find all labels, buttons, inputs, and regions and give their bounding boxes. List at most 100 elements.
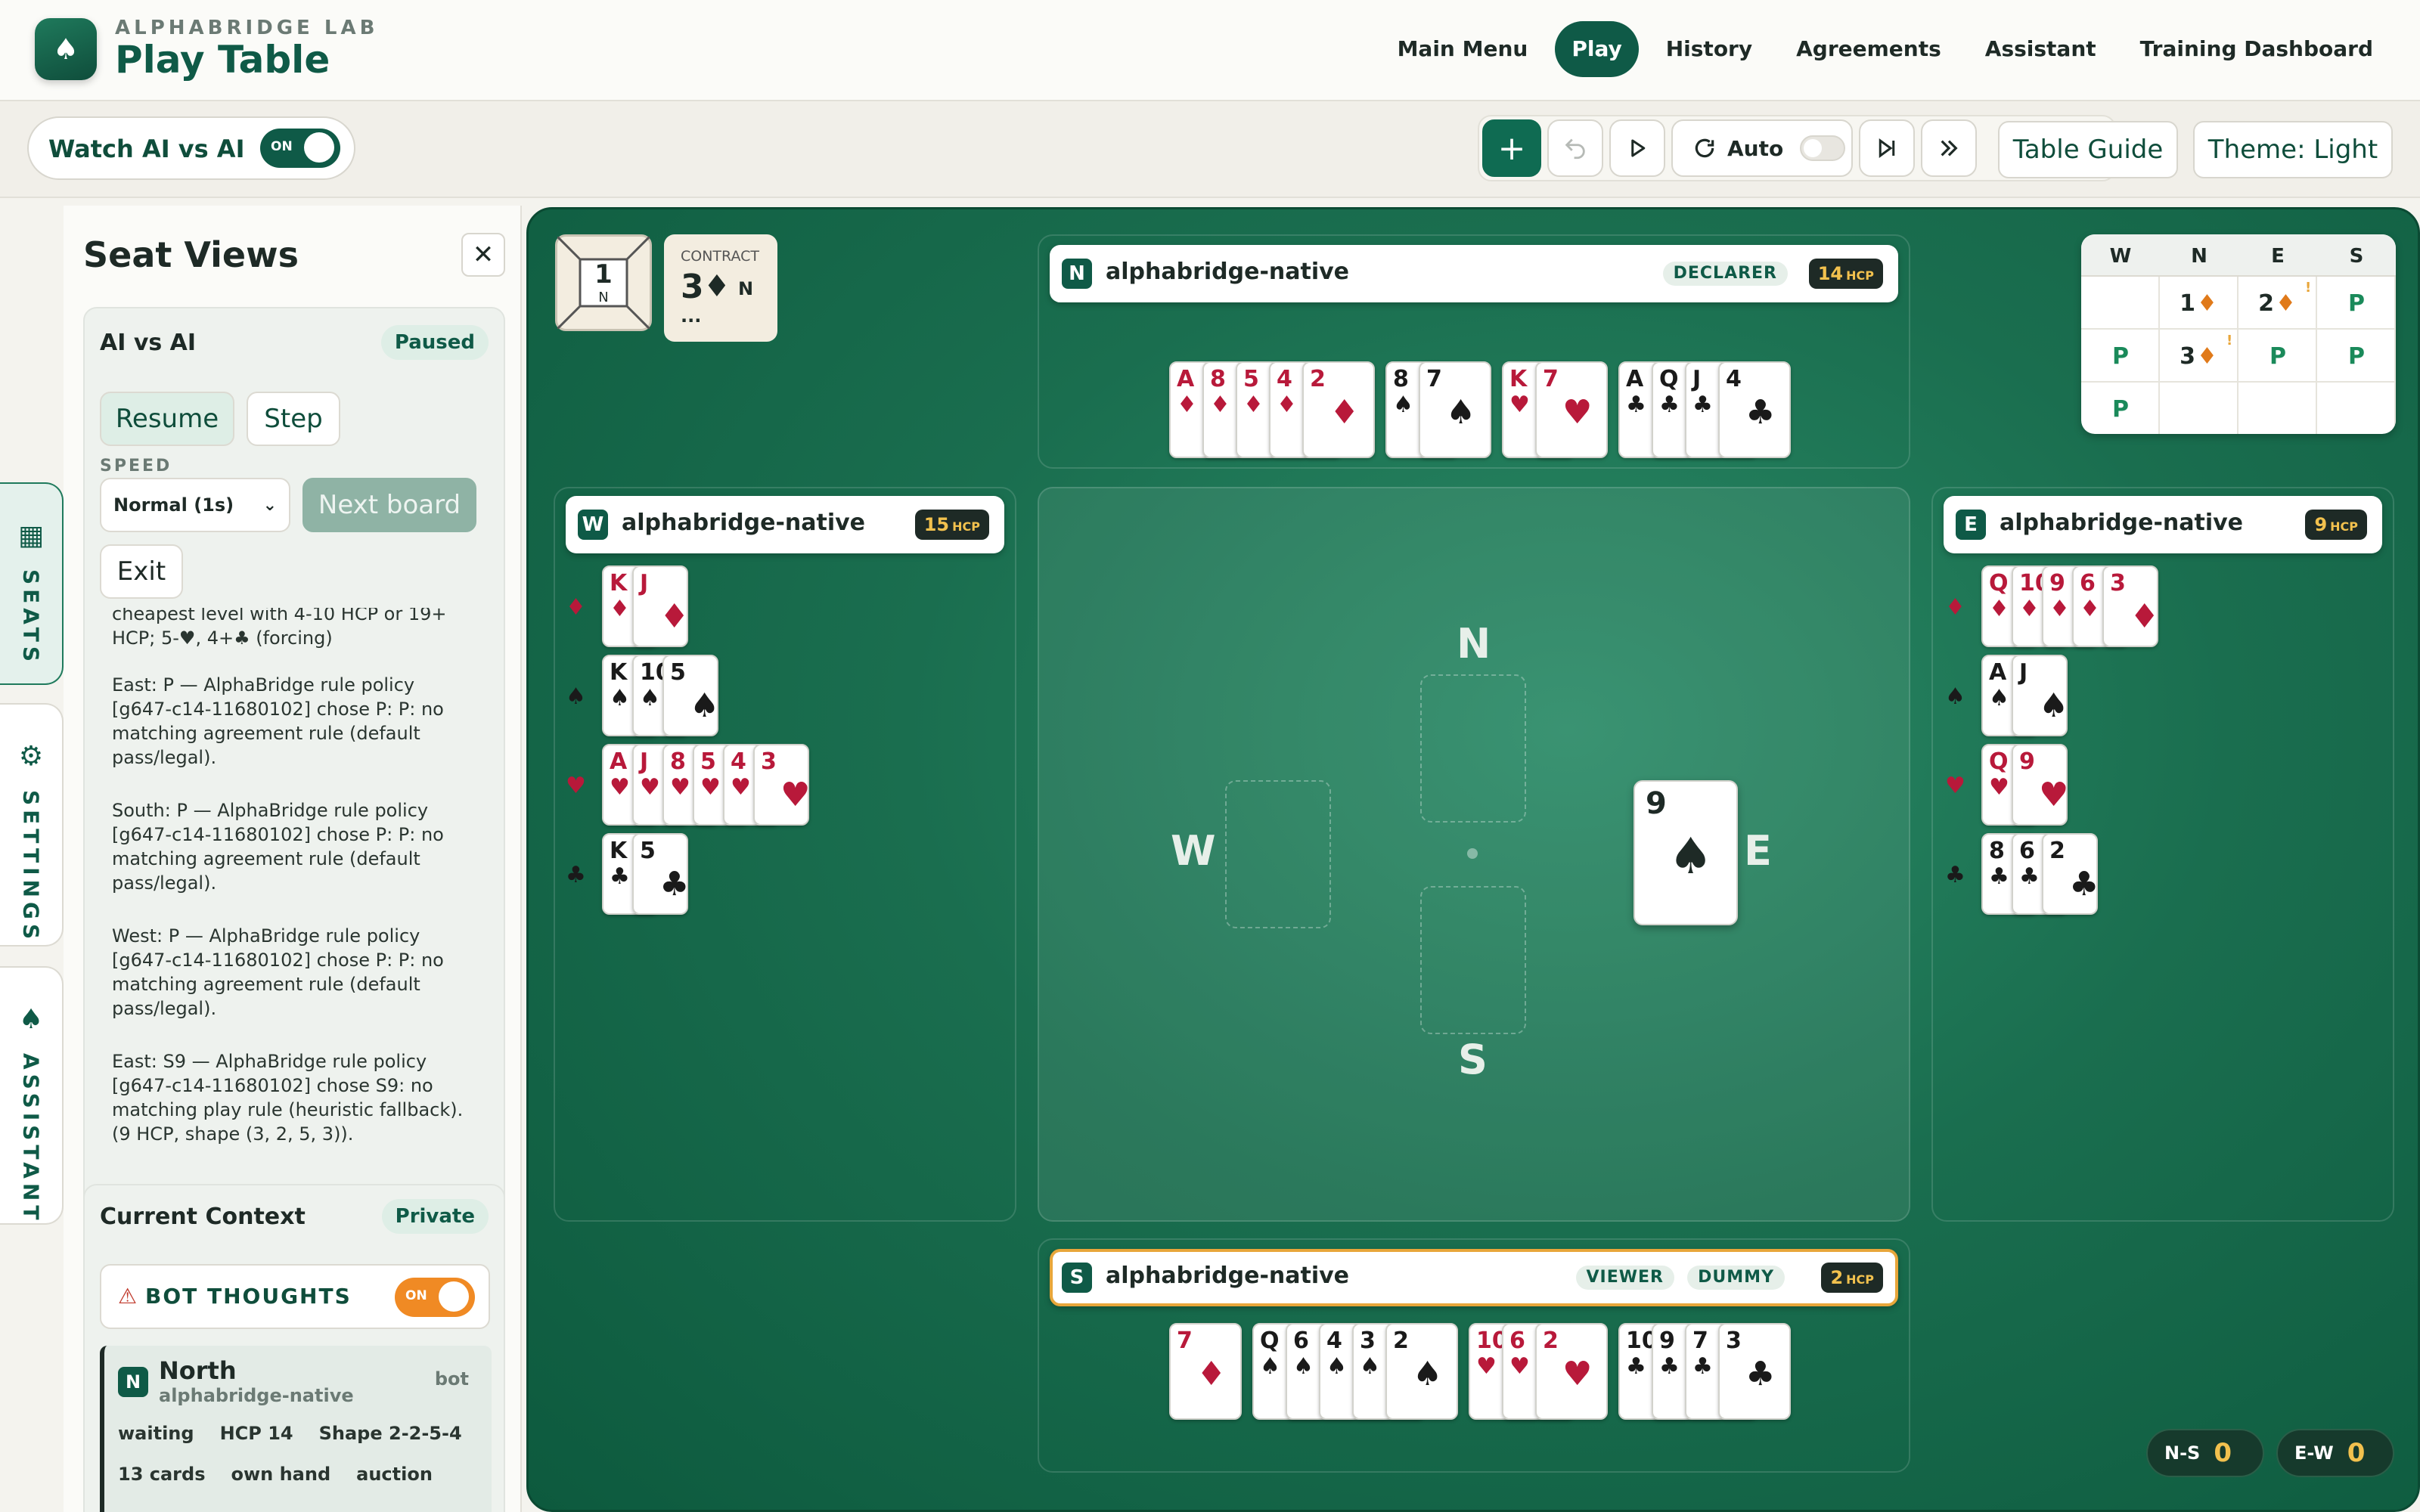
playing-card[interactable]: 7 ♠ (1419, 361, 1491, 458)
page-title: Play Table (115, 38, 330, 82)
card-suit: ♦ (2080, 596, 2100, 622)
card-rank: 2 (2049, 838, 2065, 864)
card-suit: ♣ (1692, 1353, 1713, 1380)
nav-history[interactable]: History (1649, 21, 1769, 77)
nav-agreements[interactable]: Agreements (1779, 21, 1958, 77)
nav-training-dashboard[interactable]: Training Dashboard (2124, 21, 2390, 77)
card-rank: 6 (2080, 570, 2096, 596)
play-button[interactable] (1609, 119, 1665, 177)
card-suit: ♠ (610, 685, 630, 711)
rail-tab-seats[interactable]: ▦ SEATS (0, 482, 64, 685)
hcp-value: 15 (923, 514, 950, 535)
watch-ai-toggle[interactable]: ON (260, 129, 340, 168)
auction-header-cell: E (2271, 245, 2285, 268)
rail-label-assistant: ASSISTANT (18, 1053, 44, 1225)
card-rank: 9 (2019, 748, 2035, 775)
hcp-badge: 9 HCP (2305, 510, 2367, 540)
suit-row-marker: ♥ (1945, 773, 1965, 799)
card-suit: ♥ (731, 774, 751, 801)
auction-cell (2160, 383, 2238, 434)
resume-button[interactable]: Resume (100, 392, 234, 446)
card-suit: ♠ (1293, 1353, 1314, 1380)
new-deal-button[interactable]: + (1482, 119, 1541, 177)
playing-card[interactable]: 7 ♦ (1169, 1323, 1242, 1420)
playing-card[interactable]: 2 ♦ (1302, 361, 1375, 458)
skip-to-end-button[interactable] (1859, 119, 1915, 177)
playing-card[interactable]: 4 ♣ (1718, 361, 1791, 458)
nav-assistant[interactable]: Assistant (1969, 21, 2113, 77)
nav-play[interactable]: Play (1555, 21, 1639, 77)
card-suit: ♠ (2039, 686, 2069, 725)
playing-card[interactable]: 7 ♥ (1535, 361, 1608, 458)
seat-letter: E (1956, 510, 1986, 540)
card-rank: 7 (1177, 1328, 1193, 1354)
playing-card[interactable]: 3 ♥ (753, 744, 810, 826)
card-rank: K (610, 838, 628, 864)
playing-card[interactable]: 2 ♣ (2042, 833, 2099, 915)
rail-tab-settings[interactable]: ⚙ SETTINGS (0, 703, 64, 947)
auction-header-cell: S (2349, 245, 2364, 268)
log-entry: cheapest level with 4-10 HCP or 19+ HCP;… (112, 608, 447, 649)
auction-cell (2238, 383, 2317, 434)
playing-card[interactable]: 2 ♠ (1385, 1323, 1458, 1420)
close-panel-button[interactable]: ✕ (461, 233, 505, 277)
ew-score-value: 0 (2347, 1438, 2366, 1468)
undo-icon (1565, 138, 1585, 160)
log-entry: West: P — AlphaBridge rule policy [g647-… (112, 925, 444, 1019)
alert-mark: ! (2305, 280, 2312, 296)
fast-forward-icon (1941, 140, 1958, 156)
playing-card[interactable]: 9 ♥ (2012, 744, 2068, 826)
card-rank: K (610, 659, 628, 686)
contract-level: 3 (681, 268, 704, 306)
theme-button[interactable]: Theme: Light (2193, 121, 2393, 178)
auction-cell (2081, 277, 2160, 330)
context-chips-row: waiting HCP 14 Shape 2-2-5-4 (118, 1423, 488, 1444)
undo-button[interactable] (1547, 119, 1603, 177)
card-rank: 2 (1310, 366, 1326, 392)
rail-label-settings: SETTINGS (18, 790, 44, 944)
seat-name: North (159, 1356, 237, 1385)
playing-card[interactable]: 5 ♣ (632, 833, 689, 915)
next-board-button[interactable]: Next board (302, 478, 476, 532)
auto-play-control[interactable]: Auto (1671, 119, 1853, 177)
step-button[interactable]: Step (247, 392, 340, 446)
private-badge: Private (381, 1199, 489, 1234)
nav-main-menu[interactable]: Main Menu (1381, 21, 1545, 77)
playing-card[interactable]: J ♠ (2012, 655, 2068, 736)
hcp-value: 9 (2314, 514, 2328, 535)
card-suit: ♦ (1210, 392, 1230, 418)
playing-card[interactable]: 5 ♠ (662, 655, 719, 736)
fast-forward-button[interactable] (1921, 119, 1977, 177)
suit-row-marker: ♦ (566, 594, 586, 621)
playing-card[interactable]: 2 ♥ (1535, 1323, 1608, 1420)
card-rank: A (1989, 659, 2007, 686)
playing-card[interactable]: 3 ♣ (1718, 1323, 1791, 1420)
card-suit: ♥ (670, 774, 690, 801)
card-rank: 5 (1243, 366, 1259, 392)
rail-tab-assistant[interactable]: ♠ ASSISTANT (0, 966, 64, 1225)
card-suit: ♠ (1393, 392, 1413, 418)
hcp-value: 14 (1817, 263, 1844, 284)
speed-select[interactable]: Normal (1s) ⌄ (100, 478, 290, 532)
exit-button[interactable]: Exit (100, 544, 183, 599)
playing-card[interactable]: 3 ♦ (2102, 565, 2159, 647)
warning-icon: ⚠ (118, 1284, 138, 1309)
card-suit: ♠ (640, 685, 660, 711)
auto-toggle[interactable] (1800, 135, 1845, 161)
playing-card[interactable]: J ♦ (632, 565, 690, 647)
hcp-unit: HCP (1846, 268, 1874, 283)
card-suit: ♦ (659, 597, 690, 636)
card-rank: A (610, 748, 628, 775)
ns-score: N-S 0 (2146, 1429, 2264, 1477)
watch-ai-control: Watch AI vs AI ON (27, 116, 355, 180)
card-rank: J (640, 748, 649, 775)
chip: HCP 14 (219, 1423, 293, 1444)
chevron-down-icon: ⌄ (262, 495, 277, 515)
role-badge-viewer: VIEWER (1575, 1266, 1674, 1290)
table-guide-button[interactable]: Table Guide (1998, 121, 2178, 178)
hcp-unit: HCP (1846, 1272, 1874, 1287)
auction-call: 1♦ (2180, 290, 2219, 317)
log-entry: East: P — AlphaBridge rule policy [g647-… (112, 674, 444, 768)
contract-more: ... (681, 305, 702, 327)
bot-thoughts-toggle[interactable]: ON (395, 1278, 475, 1317)
